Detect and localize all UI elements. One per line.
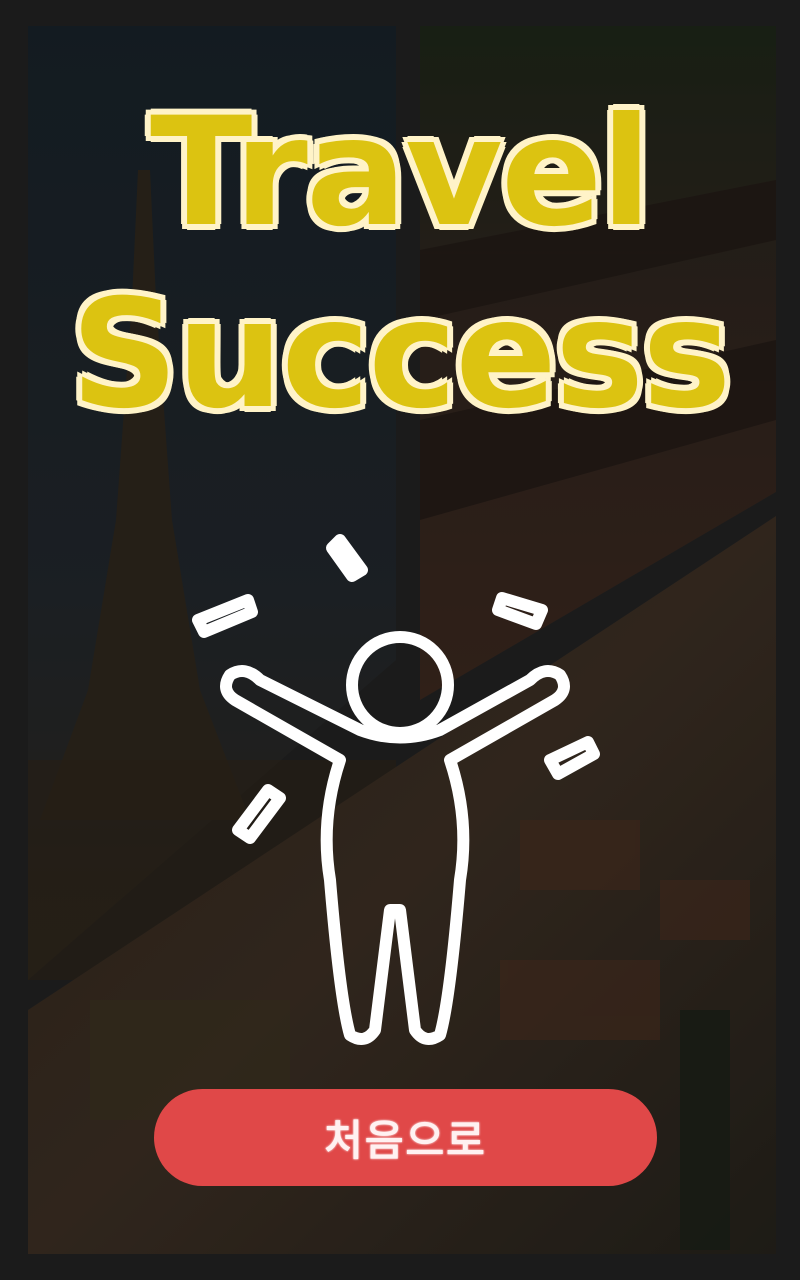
go-home-button[interactable]: 처음으로 [154,1089,657,1186]
celebrating-person-icon [192,534,600,1045]
title-travel: Travel [150,86,652,260]
success-screen: Travel Success 처음으로 [0,0,800,1280]
title-success: Success [70,268,732,442]
